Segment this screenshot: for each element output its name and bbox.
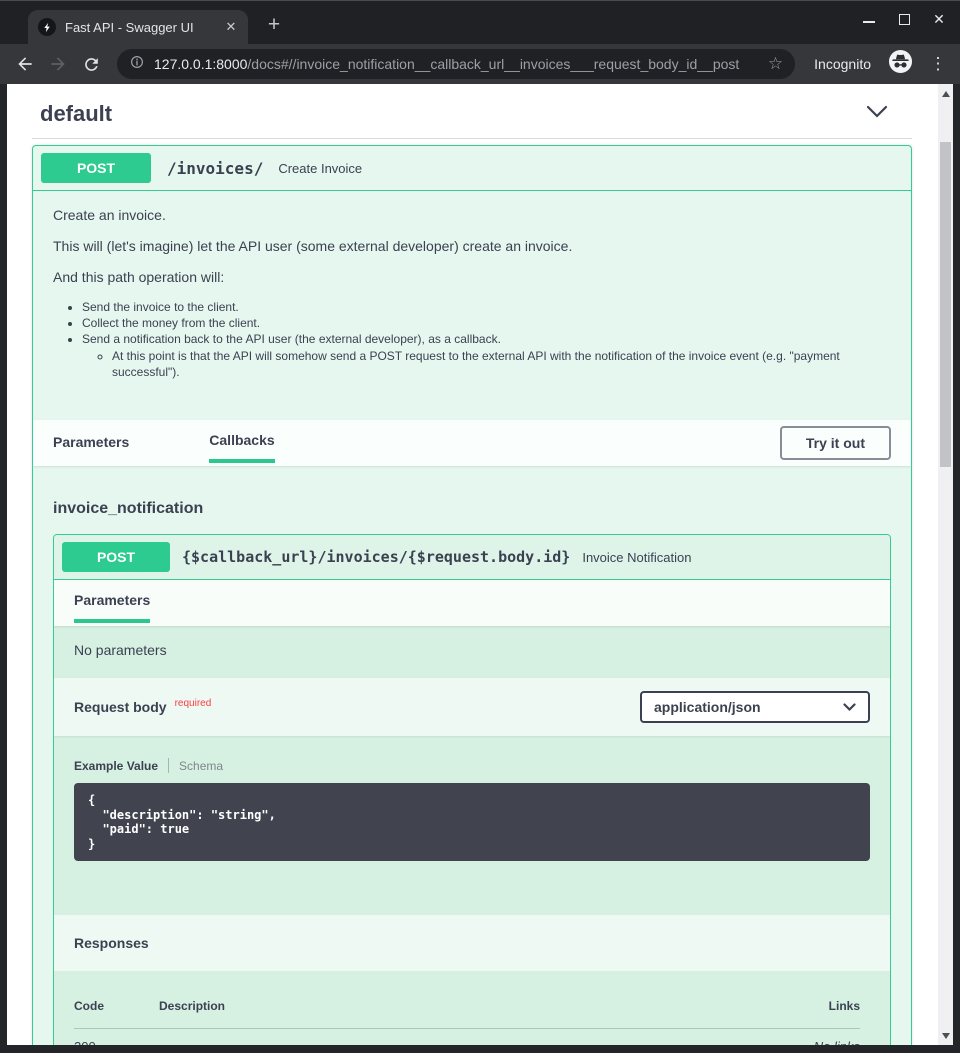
operation-description: Create an invoice. This will (let's imag… — [33, 191, 911, 420]
description-list: Send the invoice to the client. Collect … — [82, 300, 891, 380]
url-bar[interactable]: 127.0.0.1:8000/docs#//invoice_notificati… — [117, 49, 795, 79]
post-invoices-header[interactable]: POST /invoices/ Create Invoice — [33, 146, 911, 191]
reload-icon[interactable] — [78, 51, 104, 77]
content-type-select[interactable]: application/json — [640, 691, 870, 723]
callback-path: {$callback_url}/invoices/{$request.body.… — [182, 548, 570, 566]
method-badge: POST — [62, 542, 170, 572]
responses-heading: Responses — [54, 915, 890, 971]
tab-schema[interactable]: Schema — [179, 759, 223, 773]
tab-close-icon[interactable]: ✕ — [222, 18, 240, 36]
callback-tab-header: Parameters — [54, 580, 890, 626]
method-badge: POST — [41, 153, 151, 183]
tab-callbacks[interactable]: Callbacks — [209, 420, 274, 463]
url-path: /docs#//invoice_notification__callback_u… — [247, 56, 739, 72]
incognito-label: Incognito — [814, 56, 871, 72]
maximize-icon[interactable] — [897, 12, 911, 26]
example-code-block: { "description": "string", "paid": true … — [74, 783, 870, 861]
scroll-down-icon[interactable] — [938, 1028, 953, 1043]
chevron-down-icon[interactable] — [866, 105, 888, 123]
callback-summary: Invoice Notification — [582, 550, 691, 565]
example-section: Example Value Schema { "description": "s… — [54, 736, 890, 915]
responses-table-head: Code Description Links — [74, 999, 860, 1029]
tab-example-value[interactable]: Example Value — [74, 759, 158, 773]
tab-divider — [168, 758, 169, 773]
post-invoices-opblock: POST /invoices/ Create Invoice Create an… — [32, 145, 912, 1045]
incognito-icon — [888, 49, 913, 79]
page-scrollbar[interactable] — [938, 84, 953, 1045]
request-body-label: Request bodyrequired — [74, 699, 211, 715]
section-title: default — [40, 101, 112, 127]
minimize-icon[interactable] — [862, 12, 876, 26]
page-viewport: default POST /invoices/ Create Invoice C… — [7, 84, 953, 1045]
request-body-row: Request bodyrequired application/json — [54, 678, 890, 736]
forward-icon[interactable] — [45, 51, 71, 77]
content-type-value: application/json — [654, 699, 761, 715]
column-links: Links — [780, 999, 860, 1013]
tab-title: Fast API - Swagger UI — [65, 20, 213, 35]
select-chevron-icon — [843, 699, 856, 715]
tab-parameters[interactable]: Parameters — [53, 420, 129, 466]
callback-opblock-header[interactable]: POST {$callback_url}/invoices/{$request.… — [54, 535, 890, 580]
callback-heading: invoice_notification — [53, 466, 891, 534]
list-item: Send the invoice to the client. — [82, 300, 891, 314]
description-paragraph: This will (let's imagine) let the API us… — [53, 238, 891, 254]
list-item: Send a notification back to the API user… — [82, 332, 891, 380]
responses-table: Code Description Links 200 Successful Re… — [54, 971, 890, 1045]
swagger-page: default POST /invoices/ Create Invoice C… — [7, 84, 938, 1045]
description-paragraph: And this path operation will: — [53, 269, 891, 285]
back-icon[interactable] — [12, 51, 38, 77]
callback-opblock: POST {$callback_url}/invoices/{$request.… — [53, 534, 891, 1045]
no-parameters-text: No parameters — [54, 626, 890, 678]
operation-summary: Create Invoice — [278, 161, 362, 176]
browser-toolbar: 127.0.0.1:8000/docs#//invoice_notificati… — [0, 44, 960, 84]
model-tabs: Example Value Schema — [74, 758, 870, 773]
fastapi-favicon-icon — [38, 18, 56, 36]
column-code: Code — [74, 999, 159, 1013]
browser-tab-strip: Fast API - Swagger UI ✕ + ✕ — [0, 0, 960, 44]
bookmark-star-icon[interactable]: ☆ — [768, 54, 783, 74]
tab-parameters[interactable]: Parameters — [74, 580, 150, 623]
browser-menu-icon[interactable]: ⋮ — [928, 54, 948, 74]
browser-tab[interactable]: Fast API - Swagger UI ✕ — [28, 10, 248, 44]
site-info-icon[interactable] — [129, 54, 145, 75]
new-tab-button[interactable]: + — [260, 12, 288, 40]
required-flag: required — [175, 698, 212, 709]
callbacks-section: invoice_notification POST {$callback_url… — [33, 466, 911, 1045]
url-text: 127.0.0.1:8000/docs#//invoice_notificati… — [154, 56, 759, 72]
try-it-out-button[interactable]: Try it out — [780, 426, 891, 460]
url-host: 127.0.0.1:8000 — [154, 56, 247, 72]
response-row-200: 200 Successful Response No links — [74, 1029, 860, 1045]
operation-path: /invoices/ — [167, 159, 263, 178]
window-close-icon[interactable]: ✕ — [932, 12, 946, 26]
description-sublist: At this point is that the API will someh… — [112, 348, 891, 380]
description-paragraph: Create an invoice. — [53, 207, 891, 223]
response-code: 200 — [74, 1039, 159, 1045]
window-controls: ✕ — [862, 12, 946, 26]
list-item: Collect the money from the client. — [82, 316, 891, 330]
scrollbar-thumb[interactable] — [940, 142, 951, 467]
browser-window: Fast API - Swagger UI ✕ + ✕ 127.0.0.1:80… — [0, 0, 960, 1053]
operation-tab-header: Parameters Callbacks Try it out — [33, 420, 911, 466]
default-section-header[interactable]: default — [32, 84, 912, 139]
column-description: Description — [159, 999, 780, 1013]
scroll-up-icon[interactable] — [938, 86, 953, 101]
list-item: At this point is that the API will someh… — [112, 348, 891, 380]
response-links: No links — [780, 1039, 860, 1045]
